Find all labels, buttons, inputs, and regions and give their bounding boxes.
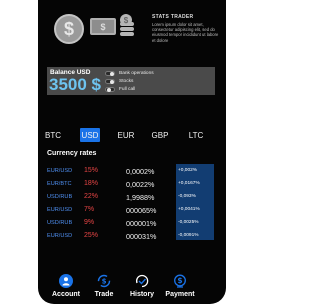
rate-percent: 22% [84,193,99,200]
tab-usd[interactable]: USD [80,128,100,142]
nav-label: Payment [165,291,195,298]
rate-percent: 18% [84,180,99,187]
bank-operations-toggle[interactable] [105,70,115,76]
exchange-icon: $ [97,274,111,288]
tab-gbp[interactable]: GBP [148,128,172,142]
rate-change: -0,0091% [178,233,199,238]
rate-change: +0,002% [178,168,198,173]
header-icon-group: $ $ [88,14,138,46]
rate-change: +0,0041% [178,207,200,212]
nav-history[interactable]: History [122,274,162,298]
option-stocks[interactable]: Stocks [105,77,154,85]
payment-icon: $ [173,274,187,288]
rate-value: 0,0022% [126,180,155,189]
tab-eur[interactable]: EUR [114,128,138,142]
rate-value: 000001% [126,219,157,228]
rate-pair: EUR/USD [47,233,73,239]
rate-value: 0,0002% [126,167,155,176]
full-call-toggle[interactable] [105,86,115,92]
balance-value: 3500 $ [49,75,101,94]
nav-label: Account [52,291,80,298]
history-icon [135,274,149,288]
option-label: Full call [119,86,136,92]
currency-rates-title: Currency rates [47,150,97,157]
balance-options: Bank operations Stocks Full call [105,69,154,93]
rate-row[interactable]: EUR/BTC 18% 0,0022% +0,0167% [38,179,226,192]
option-label: Bank operations [119,70,154,76]
option-full-call[interactable]: Full call [105,85,154,93]
rate-change: -0,0025% [178,220,199,225]
nav-account[interactable]: Account [46,274,86,298]
currency-tabs: BTC USD EUR GBP LTC [38,128,226,142]
rate-percent: 15% [84,167,99,174]
nav-payment[interactable]: $ Payment [160,274,200,298]
rate-row[interactable]: EUR/USD 25% 000031% -0,0091% [38,231,226,244]
rate-row[interactable]: USD/RUB 9% 000001% -0,0025% [38,218,226,231]
nav-trade[interactable]: $ Trade [84,274,124,298]
user-icon [59,274,73,288]
rate-row[interactable]: USD/RUB 22% 1,9988% -0,093% [38,192,226,205]
tab-ltc[interactable]: LTC [184,128,208,142]
bottom-nav: Account $ Trade History $ Payment [38,274,226,304]
rate-row[interactable]: EUR/USD 7% 000065% +0,0041% [38,205,226,218]
balance-card: Balance USD 3500 $ Bank operations Stock… [47,67,215,95]
rate-pair: EUR/USD [47,207,73,213]
rate-percent: 9% [84,219,95,226]
nav-label: Trade [94,291,114,298]
rate-percent: 7% [84,206,95,213]
rate-value: 000065% [126,206,157,215]
tab-btc[interactable]: BTC [40,128,66,142]
phone-screen: $ $ $ STATS TRADER Lorem ipsum dolor sit… [38,0,226,304]
rate-change: +0,0167% [178,181,200,186]
option-bank-operations[interactable]: Bank operations [105,69,154,77]
svg-text:$: $ [177,276,182,285]
rate-value: 000031% [126,232,157,241]
app-description: Lorem ipsum dolor sit amet, consectetur … [152,22,219,43]
rate-pair: USD/RUB [47,194,73,200]
rate-pair: USD/RUB [47,220,73,226]
rate-value: 1,9988% [126,193,155,202]
rate-row[interactable]: EUR/USD 15% 0,0002% +0,002% [38,166,226,179]
option-label: Stocks [119,78,134,84]
rate-pair: EUR/BTC [47,181,72,187]
stocks-toggle[interactable] [105,78,115,84]
nav-label: History [129,291,155,298]
rate-percent: 25% [84,232,99,239]
cash-icon: $ [88,18,118,46]
rate-change: -0,093% [178,194,196,199]
rate-pair: EUR/USD [47,168,73,174]
dollar-coin-icon: $ [54,14,84,44]
app-title: STATS TRADER [152,14,194,20]
svg-text:$: $ [102,278,107,286]
coin-icon: $ [120,14,132,26]
